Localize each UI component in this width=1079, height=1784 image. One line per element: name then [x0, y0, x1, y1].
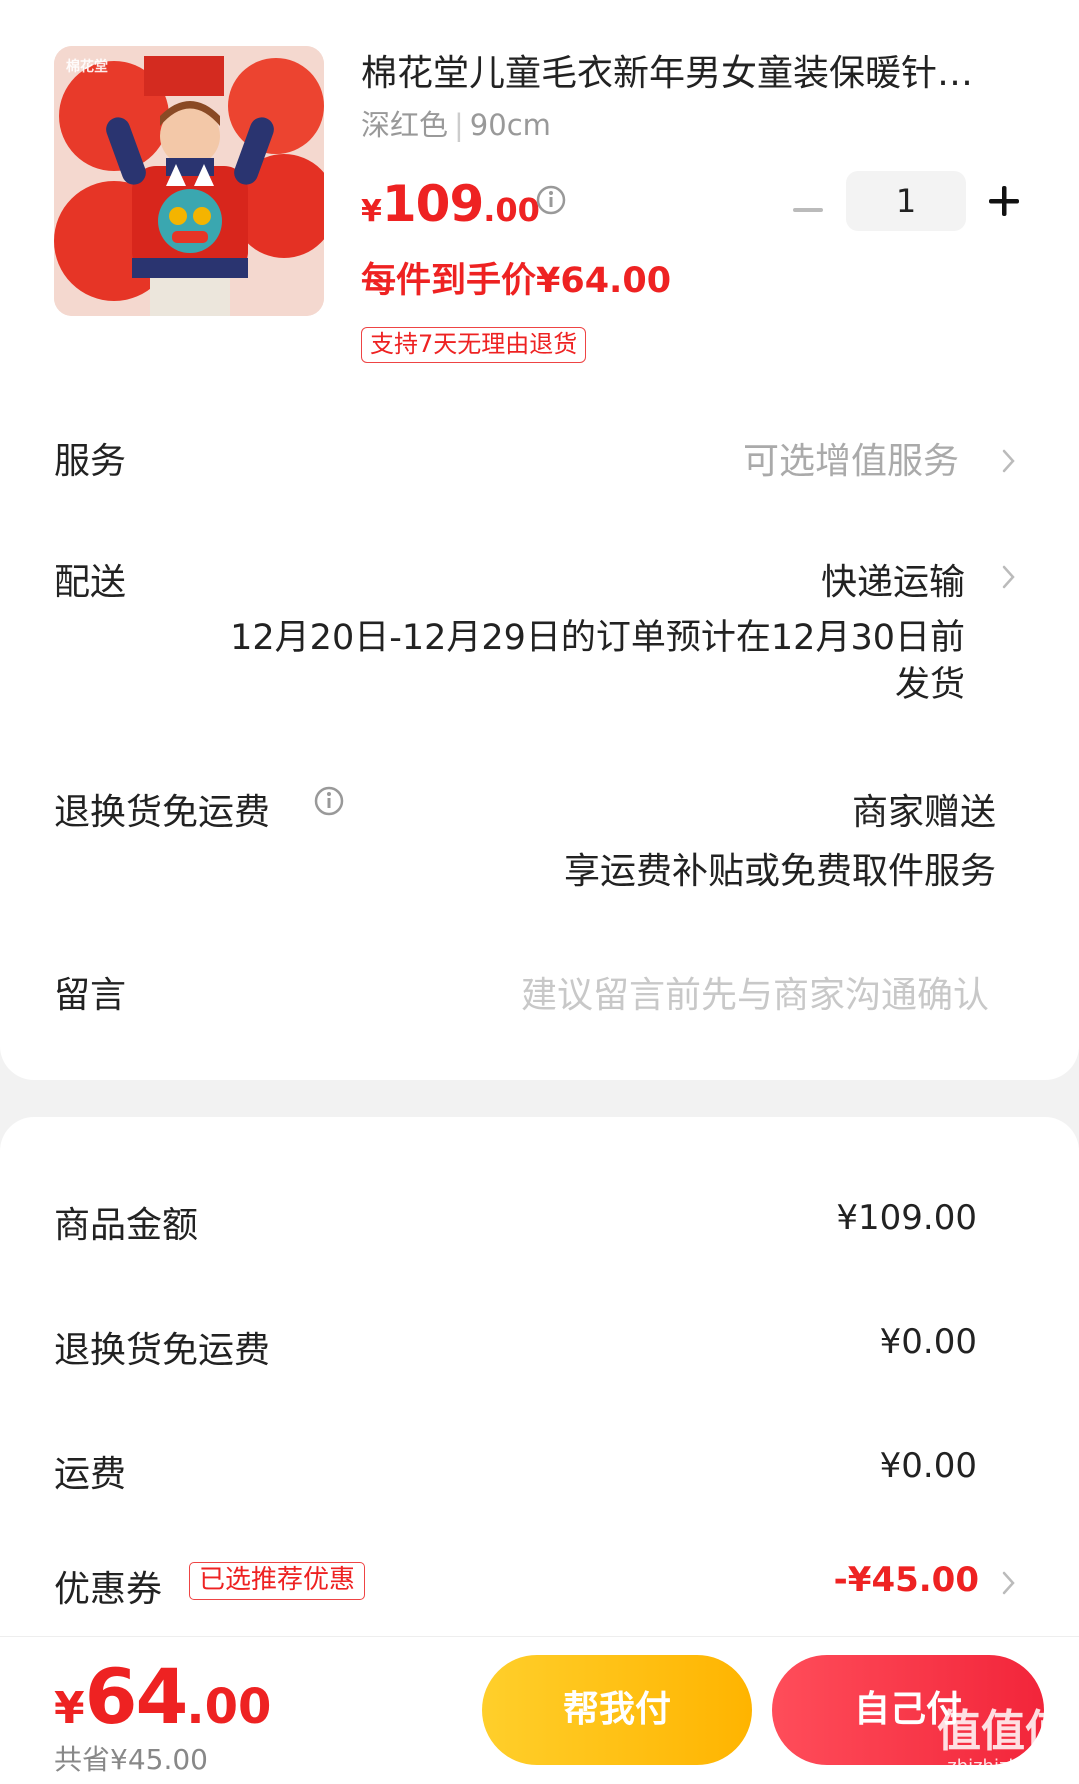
order-item-card: 棉花堂 棉花堂儿童毛衣新年男女童装保暖针… 深红色 | 90cm ¥109.00 1…	[0, 0, 1079, 1080]
total-currency: ¥	[54, 1683, 85, 1734]
variant-separator: |	[454, 108, 464, 142]
quantity-increase-button[interactable]	[986, 183, 1022, 219]
total-decimal: .00	[186, 1679, 272, 1735]
plus-icon	[989, 186, 1019, 216]
price-summary-card	[0, 1117, 1079, 1637]
return-free-info-icon[interactable]	[313, 785, 345, 817]
site-watermark: 值值值 zhizhizhi.com	[937, 1710, 1069, 1776]
quantity-input[interactable]: 1	[846, 171, 966, 231]
product-price: ¥109.00	[361, 175, 540, 233]
message-input[interactable]: 建议留言前先与商家沟通确认	[521, 966, 989, 1018]
product-title[interactable]: 棉花堂儿童毛衣新年男女童装保暖针…	[361, 52, 1031, 96]
coupon-chevron-right-icon[interactable]	[1000, 1568, 1018, 1598]
variant-size: 90cm	[469, 108, 551, 142]
variant-color: 深红色	[361, 108, 449, 142]
total-price: ¥64.00	[54, 1652, 271, 1741]
delivery-chevron-right-icon[interactable]	[1000, 562, 1018, 592]
coupon-recommended-tag: 已选推荐优惠	[189, 1562, 366, 1600]
product-photo-illustration	[54, 46, 324, 316]
coupon-label: 优惠券	[54, 1569, 163, 1610]
order-confirm-page: 棉花堂 棉花堂儿童毛衣新年男女童装保暖针… 深红色 | 90cm ¥109.00 1…	[0, 0, 1079, 1784]
message-label: 留言	[54, 975, 127, 1016]
delivery-value[interactable]: 快递运输	[821, 553, 965, 605]
return-free-value: 商家赠送	[851, 792, 996, 833]
service-value[interactable]: 可选增值服务	[743, 432, 959, 484]
price-integer: 109	[381, 175, 484, 233]
help-me-pay-button[interactable]: 帮我付	[482, 1655, 752, 1765]
price-decimal: .00	[483, 191, 540, 229]
return-free-summary-label: 退换货免运费	[54, 1330, 271, 1371]
return-policy-badge: 支持7天无理由退货	[361, 327, 587, 363]
goods-amount-value: ¥109.00	[836, 1198, 977, 1238]
price-currency: ¥	[361, 194, 382, 229]
price-info-icon[interactable]	[535, 184, 567, 216]
coupon-value[interactable]: -¥45.00	[834, 1560, 979, 1600]
minus-icon	[793, 208, 823, 212]
watermark-url: zhizhizhi.com	[947, 1756, 1069, 1777]
total-integer: 64	[84, 1652, 189, 1741]
shipping-label: 运费	[54, 1454, 127, 1495]
service-label: 服务	[54, 441, 127, 482]
return-free-note: 享运费补贴或免费取件服务	[563, 851, 996, 892]
delivery-estimate-line1: 12月20日-12月29日的订单预计在12月30日前	[230, 618, 965, 658]
total-saved: 共省¥45.00	[54, 1743, 208, 1776]
unit-final-price: 每件到手价¥64.00	[361, 261, 672, 301]
product-variant[interactable]: 深红色 | 90cm	[361, 102, 551, 144]
brand-watermark: 棉花堂	[66, 59, 108, 75]
shipping-value: ¥0.00	[879, 1446, 977, 1486]
return-free-summary-value: ¥0.00	[879, 1322, 977, 1362]
watermark-text: 值值值	[937, 1706, 1069, 1757]
service-chevron-right-icon[interactable]	[1000, 446, 1018, 476]
return-free-label: 退换货免运费	[54, 792, 271, 833]
product-image[interactable]: 棉花堂	[54, 46, 324, 316]
delivery-label: 配送	[54, 562, 127, 603]
quantity-decrease-button[interactable]	[790, 192, 826, 228]
delivery-estimate-line2: 发货	[894, 665, 965, 705]
goods-amount-label: 商品金额	[54, 1205, 199, 1246]
